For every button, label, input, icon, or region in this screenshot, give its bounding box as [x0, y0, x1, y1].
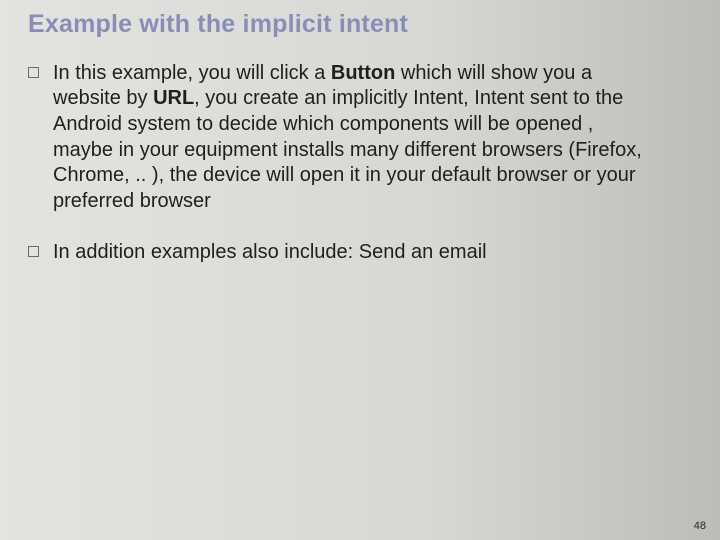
square-bullet-icon: [28, 67, 39, 78]
slide: Example with the implicit intent In this…: [0, 0, 720, 540]
page-number: 48: [694, 520, 706, 532]
bold-text: Button: [331, 62, 395, 84]
square-bullet-icon: [28, 246, 39, 257]
text-fragment: In this example, you will click a: [53, 62, 331, 84]
bullet-text: In this example, you will click a Button…: [53, 61, 653, 215]
bullet-text: In addition examples also include: Send …: [53, 240, 487, 266]
bullet-item: In this example, you will click a Button…: [28, 61, 692, 215]
bullet-item: In addition examples also include: Send …: [28, 240, 692, 266]
bold-text: URL: [153, 87, 194, 109]
slide-title: Example with the implicit intent: [28, 10, 692, 39]
